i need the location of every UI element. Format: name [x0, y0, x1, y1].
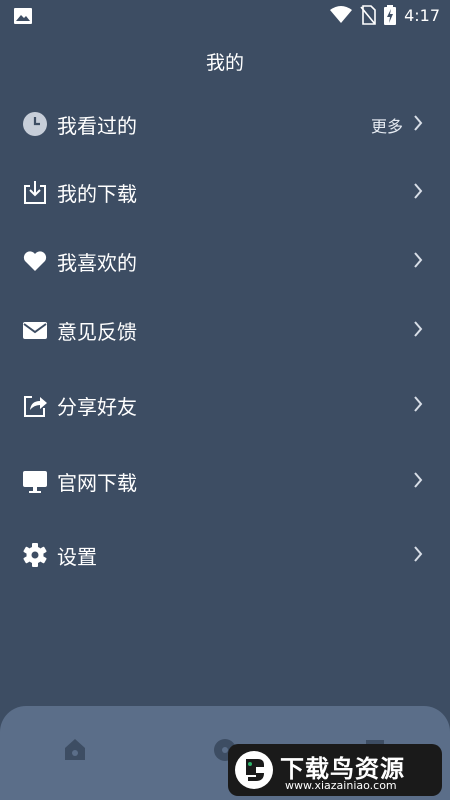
- menu-item-feedback[interactable]: 意见反馈: [0, 305, 450, 355]
- menu-item-share[interactable]: 分享好友: [0, 380, 450, 430]
- monitor-icon: [23, 471, 47, 493]
- menu-label: 我的下载: [57, 182, 137, 206]
- menu-label: 设置: [57, 545, 97, 569]
- chevron-right-icon: [414, 472, 423, 488]
- menu-item-website-download[interactable]: 官网下载: [0, 456, 450, 506]
- download-icon: [24, 181, 46, 204]
- status-time: 4:17: [404, 5, 440, 25]
- menu-label: 意见反馈: [57, 320, 137, 344]
- battery-charging-icon: [384, 5, 397, 25]
- image-notification-icon: [14, 8, 32, 24]
- chevron-right-icon: [414, 183, 423, 199]
- menu-label: 分享好友: [57, 395, 137, 419]
- chevron-right-icon: [414, 115, 423, 131]
- status-bar: 4:17: [0, 0, 450, 30]
- menu-item-downloads[interactable]: 我的下载: [0, 167, 450, 217]
- watermark-banner: 下载鸟资源 www.xiazainiao.com: [228, 744, 442, 796]
- clock-icon: [23, 112, 47, 136]
- gear-icon: [23, 543, 47, 567]
- watermark-url: www.xiazainiao.com: [285, 779, 397, 792]
- home-icon[interactable]: [55, 730, 95, 770]
- menu-item-history[interactable]: 我看过的 更多: [0, 99, 450, 149]
- chevron-right-icon: [414, 546, 423, 562]
- no-sim-icon: [360, 5, 376, 25]
- page-title: 我的: [205, 52, 244, 74]
- wifi-icon: [330, 6, 353, 23]
- chevron-right-icon: [414, 252, 423, 268]
- menu-item-settings[interactable]: 设置: [0, 530, 450, 580]
- chevron-right-icon: [414, 396, 423, 412]
- menu-label: 我看过的: [57, 114, 137, 138]
- mail-icon: [23, 322, 47, 339]
- heart-icon: [23, 251, 47, 271]
- more-link[interactable]: 更多: [371, 113, 403, 137]
- menu-item-favorites[interactable]: 我喜欢的: [0, 236, 450, 286]
- share-icon: [24, 396, 47, 417]
- chevron-right-icon: [414, 321, 423, 337]
- menu-label: 我喜欢的: [57, 251, 137, 275]
- bird-logo-icon: [235, 751, 273, 789]
- menu-label: 官网下载: [57, 471, 137, 495]
